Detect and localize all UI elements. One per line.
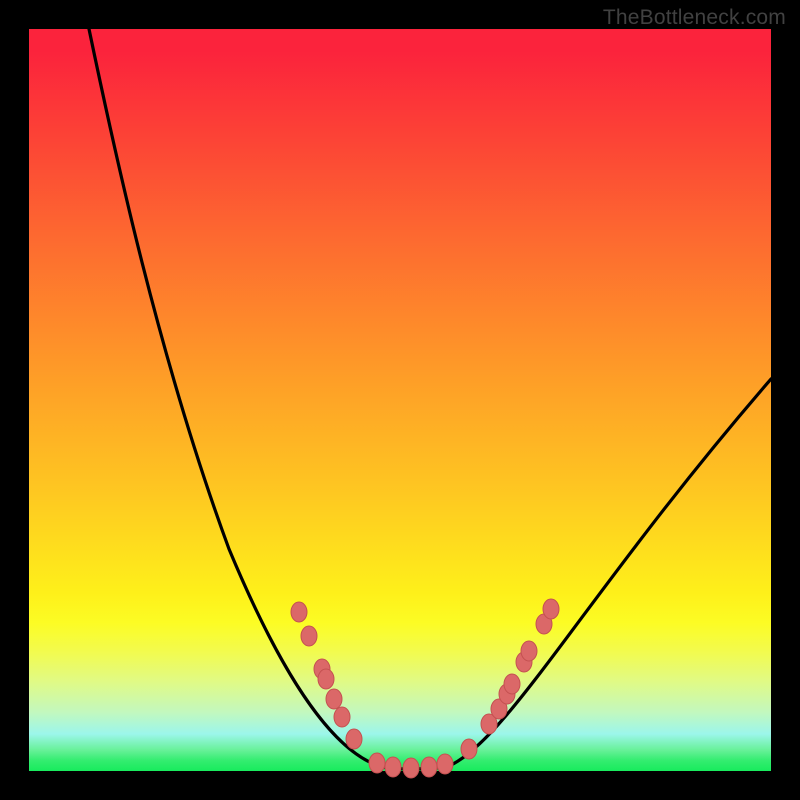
curve-marker [461,739,477,759]
bottleneck-curve [89,29,771,769]
curve-layer [29,29,771,771]
curve-markers [291,599,559,778]
curve-marker [301,626,317,646]
curve-marker [504,674,520,694]
curve-marker [318,669,334,689]
curve-marker [403,758,419,778]
curve-marker [369,753,385,773]
curve-marker [385,757,401,777]
curve-marker [334,707,350,727]
curve-marker [291,602,307,622]
curve-marker [346,729,362,749]
watermark-text: TheBottleneck.com [603,6,786,30]
chart-frame: TheBottleneck.com [0,0,800,800]
curve-marker [421,757,437,777]
plot-area [29,29,771,771]
curve-marker [521,641,537,661]
curve-marker [543,599,559,619]
curve-marker [437,754,453,774]
curve-marker [326,689,342,709]
